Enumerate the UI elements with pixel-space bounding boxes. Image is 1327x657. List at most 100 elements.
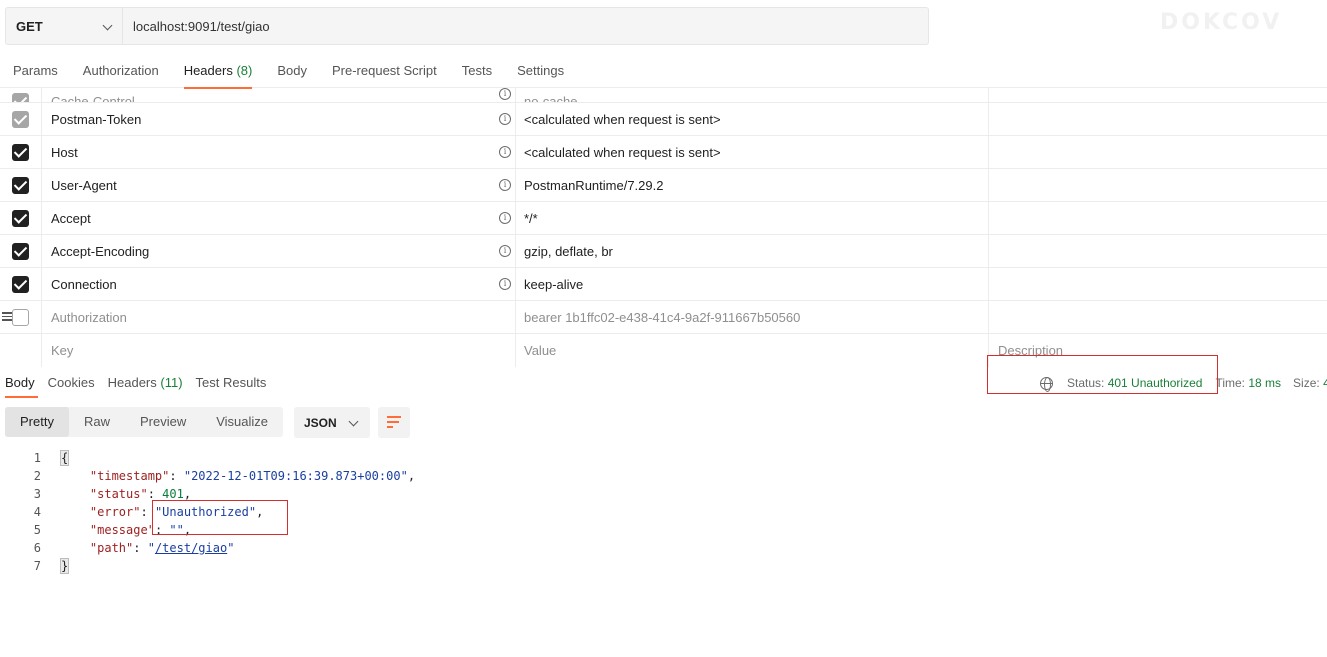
- header-checkbox[interactable]: [12, 209, 29, 227]
- close-brace: }: [59, 558, 70, 574]
- table-row: Accept-Encoding i gzip, deflate, br: [0, 235, 1327, 268]
- header-key: Accept-Encoding: [51, 243, 150, 259]
- line-number: 3: [33, 487, 41, 501]
- header-value: no-cache: [524, 94, 578, 103]
- header-value: keep-alive: [524, 276, 584, 292]
- wrap-lines-button[interactable]: [378, 407, 410, 438]
- open-brace: {: [59, 450, 70, 466]
- header-key: Cache-Control: [51, 94, 135, 103]
- tab-test-results[interactable]: Test Results: [191, 367, 275, 398]
- info-icon[interactable]: i: [499, 179, 511, 191]
- header-checkbox[interactable]: [12, 110, 29, 128]
- chevron-down-icon: [103, 22, 112, 31]
- header-value: PostmanRuntime/7.29.2: [524, 177, 664, 193]
- header-value: gzip, deflate, br: [524, 243, 613, 259]
- header-key[interactable]: Authorization: [51, 310, 127, 325]
- time-label: Time:: [1215, 376, 1245, 390]
- header-checkbox[interactable]: [12, 242, 29, 260]
- info-icon[interactable]: i: [499, 278, 511, 290]
- tab-response-headers[interactable]: Headers (11): [103, 367, 191, 398]
- tab-pre-request-script[interactable]: Pre-request Script: [319, 56, 449, 88]
- watermark-logo: DOKCOV: [1160, 10, 1283, 35]
- tab-response-cookies[interactable]: Cookies: [43, 367, 103, 398]
- table-row: Postman-Token i <calculated when request …: [0, 103, 1327, 136]
- table-row: User-Agent i PostmanRuntime/7.29.2: [0, 169, 1327, 202]
- table-row: Connection i keep-alive: [0, 268, 1327, 301]
- line-number: 2: [33, 469, 41, 483]
- method-select[interactable]: GET: [6, 8, 123, 44]
- chevron-down-icon: [349, 418, 358, 427]
- header-key: Host: [51, 144, 78, 160]
- url-bar: GET localhost:9091/test/giao: [5, 7, 929, 45]
- header-value: <calculated when request is sent>: [524, 144, 721, 160]
- json-value: 401: [162, 487, 184, 501]
- json-key: "message": [89, 523, 155, 537]
- time-value[interactable]: 18 ms: [1248, 376, 1281, 390]
- header-key: Connection: [51, 276, 117, 292]
- line-number: 5: [33, 523, 41, 537]
- header-key: Accept: [51, 210, 91, 226]
- code-line: 7 }: [0, 557, 415, 575]
- tab-body[interactable]: Body: [264, 56, 319, 88]
- tab-headers[interactable]: Headers (8): [171, 56, 265, 89]
- tab-authorization[interactable]: Authorization: [70, 56, 171, 88]
- json-link-value[interactable]: /test/giao: [155, 541, 227, 555]
- table-row: Accept i */*: [0, 202, 1327, 235]
- url-input[interactable]: localhost:9091/test/giao: [123, 19, 270, 34]
- header-checkbox[interactable]: [12, 176, 29, 194]
- code-line: 2 "timestamp": "2022-12-01T09:16:39.873+…: [0, 467, 415, 485]
- method-label: GET: [16, 18, 43, 34]
- json-key: "timestamp": [89, 469, 170, 483]
- view-mode-selector: Pretty Raw Preview Visualize: [5, 407, 284, 437]
- new-key-input[interactable]: Key: [42, 334, 516, 367]
- tab-params[interactable]: Params: [0, 56, 70, 88]
- code-line: 6 "path": "/test/giao": [0, 539, 415, 557]
- tab-tests[interactable]: Tests: [449, 56, 504, 88]
- tab-settings[interactable]: Settings: [504, 56, 576, 88]
- header-checkbox[interactable]: [12, 93, 29, 102]
- size-label: Size:: [1293, 376, 1320, 390]
- info-icon[interactable]: i: [499, 113, 511, 125]
- line-number: 6: [33, 541, 41, 555]
- code-line: 1 {: [0, 449, 415, 467]
- highlight-box-status: [987, 355, 1218, 394]
- header-value: */*: [524, 210, 538, 226]
- header-value[interactable]: bearer 1b1ffc02-e438-41c4-9a2f-911667b50…: [524, 310, 800, 325]
- json-key: "status": [89, 487, 148, 501]
- info-icon[interactable]: i: [499, 88, 511, 100]
- view-preview-button[interactable]: Preview: [125, 407, 201, 437]
- view-raw-button[interactable]: Raw: [69, 407, 125, 437]
- line-number: 4: [33, 505, 41, 519]
- header-key: Postman-Token: [51, 111, 142, 127]
- header-checkbox[interactable]: [12, 308, 29, 326]
- header-checkbox[interactable]: [12, 275, 29, 293]
- info-icon[interactable]: i: [499, 146, 511, 158]
- headers-table: Cache-Control i no-cache Postman-Token i <…: [0, 87, 1327, 367]
- drag-handle-icon[interactable]: [2, 312, 12, 322]
- format-select[interactable]: JSON: [294, 407, 370, 438]
- json-value: "2022-12-01T09:16:39.873+00:00": [183, 469, 408, 483]
- json-key: "error": [89, 505, 141, 519]
- line-number: 7: [33, 559, 41, 573]
- new-value-input[interactable]: Value: [516, 334, 989, 367]
- response-tabs: Body Cookies Headers (11) Test Results: [0, 367, 274, 400]
- view-pretty-button[interactable]: Pretty: [5, 407, 69, 437]
- request-tabs: Params Authorization Headers (8) Body Pr…: [0, 56, 1327, 89]
- header-key: User-Agent: [51, 177, 117, 193]
- info-icon[interactable]: i: [499, 212, 511, 224]
- table-row: Authorization bearer 1b1ffc02-e438-41c4-…: [0, 301, 1327, 334]
- table-row: Host i <calculated when request is sent>: [0, 136, 1327, 169]
- header-checkbox[interactable]: [12, 143, 29, 161]
- view-visualize-button[interactable]: Visualize: [201, 407, 283, 437]
- highlight-box-error: [152, 500, 288, 535]
- info-icon[interactable]: i: [499, 245, 511, 257]
- table-row: Cache-Control i no-cache: [0, 87, 1327, 103]
- format-label: JSON: [304, 415, 337, 430]
- line-number: 1: [33, 451, 41, 465]
- header-value: <calculated when request is sent>: [524, 111, 721, 127]
- wrap-icon: [387, 416, 401, 418]
- response-headers-count: (11): [160, 375, 183, 390]
- json-key: "path": [89, 541, 134, 555]
- size-value[interactable]: 47: [1323, 376, 1327, 390]
- tab-response-body[interactable]: Body: [0, 367, 43, 398]
